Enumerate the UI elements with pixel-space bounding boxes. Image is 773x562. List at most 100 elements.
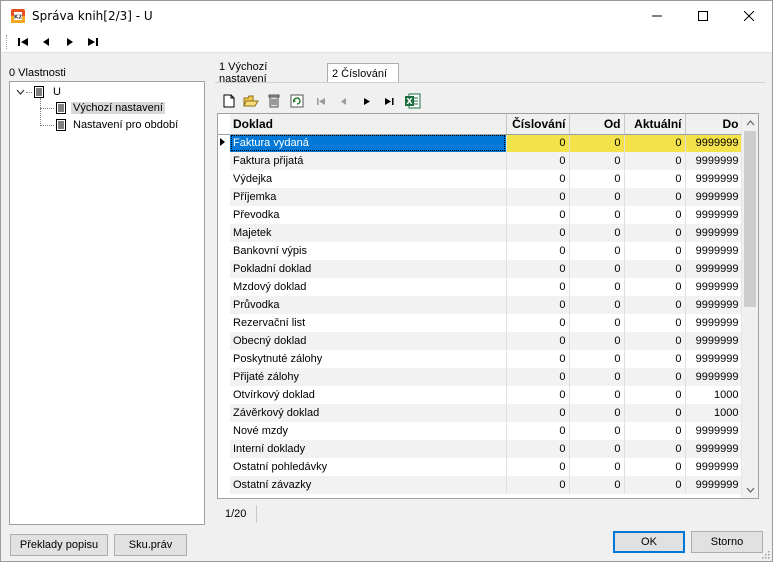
cell-doklad[interactable]: Přijaté zálohy	[230, 368, 507, 386]
cell-cislovani[interactable]: 0	[506, 422, 570, 440]
excel-export-button[interactable]: X	[405, 93, 421, 109]
cell-doklad[interactable]: Majetek	[230, 224, 507, 242]
cell-aktualni[interactable]: 0	[624, 350, 686, 368]
tab-default-settings[interactable]: 1 Výchozí nastavení	[215, 61, 319, 85]
cell-doklad[interactable]: Faktura vydaná	[230, 134, 507, 152]
cell-cislovani[interactable]: 0	[506, 386, 570, 404]
grid-last-button[interactable]	[381, 93, 397, 109]
cell-doklad[interactable]: Pokladní doklad	[230, 260, 507, 278]
cell-aktualni[interactable]: 0	[624, 134, 686, 152]
cell-od[interactable]: 0	[569, 422, 625, 440]
cell-do[interactable]: 9999999	[685, 242, 743, 260]
column-header-do[interactable]: Do	[685, 114, 743, 135]
cell-do[interactable]: 9999999	[685, 440, 743, 458]
last-record-button[interactable]	[85, 35, 101, 49]
table-row[interactable]: Ostatní pohledávky 0 0 0 9999999	[218, 458, 743, 476]
cell-od[interactable]: 0	[569, 368, 625, 386]
table-row[interactable]: Výdejka 0 0 0 9999999	[218, 170, 743, 188]
cell-doklad[interactable]: Příjemka	[230, 188, 507, 206]
maximize-button[interactable]	[680, 1, 726, 31]
cell-do[interactable]: 9999999	[685, 188, 743, 206]
column-header-aktualni[interactable]: Aktuální	[624, 114, 686, 135]
table-row[interactable]: Faktura přijatá 0 0 0 9999999	[218, 152, 743, 170]
table-row[interactable]: Přijaté zálohy 0 0 0 9999999	[218, 368, 743, 386]
cell-doklad[interactable]: Závěrkový doklad	[230, 404, 507, 422]
cell-do[interactable]: 9999999	[685, 332, 743, 350]
cell-doklad[interactable]: Nové mzdy	[230, 422, 507, 440]
grid-next-button[interactable]	[359, 93, 375, 109]
column-header-od[interactable]: Od	[569, 114, 625, 135]
cell-od[interactable]: 0	[569, 458, 625, 476]
translations-button[interactable]: Překlady popisu	[10, 534, 108, 556]
cell-aktualni[interactable]: 0	[624, 476, 686, 494]
table-row[interactable]: Ostatní závazky 0 0 0 9999999	[218, 476, 743, 494]
tab-numbering[interactable]: 2 Číslování	[327, 63, 399, 83]
new-button[interactable]	[221, 93, 237, 109]
cell-cislovani[interactable]: 0	[506, 368, 570, 386]
table-row[interactable]: Obecný doklad 0 0 0 9999999	[218, 332, 743, 350]
table-row[interactable]: Poskytnuté zálohy 0 0 0 9999999	[218, 350, 743, 368]
cell-doklad[interactable]: Bankovní výpis	[230, 242, 507, 260]
cell-do[interactable]: 9999999	[685, 224, 743, 242]
cell-aktualni[interactable]: 0	[624, 206, 686, 224]
cell-od[interactable]: 0	[569, 314, 625, 332]
cell-aktualni[interactable]: 0	[624, 404, 686, 422]
cell-do[interactable]: 9999999	[685, 278, 743, 296]
cell-do[interactable]: 9999999	[685, 152, 743, 170]
table-row[interactable]: Převodka 0 0 0 9999999	[218, 206, 743, 224]
minimize-button[interactable]	[634, 1, 680, 31]
cell-aktualni[interactable]: 0	[624, 314, 686, 332]
cell-cislovani[interactable]: 0	[506, 152, 570, 170]
cell-cislovani[interactable]: 0	[506, 350, 570, 368]
cell-doklad[interactable]: Obecný doklad	[230, 332, 507, 350]
table-row[interactable]: Interní doklady 0 0 0 9999999	[218, 440, 743, 458]
cell-aktualni[interactable]: 0	[624, 278, 686, 296]
refresh-button[interactable]	[289, 93, 305, 109]
cell-od[interactable]: 0	[569, 260, 625, 278]
cell-cislovani[interactable]: 0	[506, 404, 570, 422]
tree-node-period-settings[interactable]: Nastavení pro období	[73, 119, 178, 131]
cell-aktualni[interactable]: 0	[624, 224, 686, 242]
table-row[interactable]: Rezervační list 0 0 0 9999999	[218, 314, 743, 332]
cell-aktualni[interactable]: 0	[624, 440, 686, 458]
cell-aktualni[interactable]: 0	[624, 458, 686, 476]
cell-cislovani[interactable]: 0	[506, 260, 570, 278]
table-row[interactable]: Otvírkový doklad 0 0 0 1000	[218, 386, 743, 404]
ok-button[interactable]: OK	[613, 531, 685, 553]
chevron-down-icon[interactable]	[16, 89, 25, 96]
cell-od[interactable]: 0	[569, 332, 625, 350]
cell-doklad[interactable]: Poskytnuté zálohy	[230, 350, 507, 368]
cell-do[interactable]: 9999999	[685, 170, 743, 188]
cell-do[interactable]: 9999999	[685, 206, 743, 224]
cancel-button[interactable]: Storno	[691, 531, 763, 553]
cell-doklad[interactable]: Průvodka	[230, 296, 507, 314]
column-header-cislovani[interactable]: Číslování	[506, 114, 570, 135]
delete-button[interactable]	[266, 93, 282, 109]
cell-aktualni[interactable]: 0	[624, 296, 686, 314]
grid-prev-button[interactable]	[335, 93, 351, 109]
table-row[interactable]: Nové mzdy 0 0 0 9999999	[218, 422, 743, 440]
cell-od[interactable]: 0	[569, 134, 625, 152]
next-record-button[interactable]	[62, 35, 78, 49]
cell-do[interactable]: 9999999	[685, 314, 743, 332]
grid-first-button[interactable]	[313, 93, 329, 109]
cell-do[interactable]: 9999999	[685, 458, 743, 476]
previous-record-button[interactable]	[38, 35, 54, 49]
cell-doklad[interactable]: Otvírkový doklad	[230, 386, 507, 404]
tree-node-root[interactable]: U	[53, 86, 61, 98]
open-button[interactable]	[243, 93, 259, 109]
scroll-up-button[interactable]	[742, 114, 758, 131]
cell-od[interactable]: 0	[569, 350, 625, 368]
cell-od[interactable]: 0	[569, 170, 625, 188]
cell-cislovani[interactable]: 0	[506, 134, 570, 152]
cell-cislovani[interactable]: 0	[506, 332, 570, 350]
cell-doklad[interactable]: Faktura přijatá	[230, 152, 507, 170]
properties-tree[interactable]: U Výchozí nastavení Nastavení pro období	[9, 81, 205, 525]
numbering-grid[interactable]: Doklad Číslování Od Aktuální Do Faktura …	[217, 113, 759, 499]
cell-doklad[interactable]: Převodka	[230, 206, 507, 224]
rights-button[interactable]: Sku.práv	[114, 534, 187, 556]
first-record-button[interactable]	[15, 35, 31, 49]
cell-do[interactable]: 9999999	[685, 296, 743, 314]
cell-cislovani[interactable]: 0	[506, 314, 570, 332]
cell-od[interactable]: 0	[569, 386, 625, 404]
